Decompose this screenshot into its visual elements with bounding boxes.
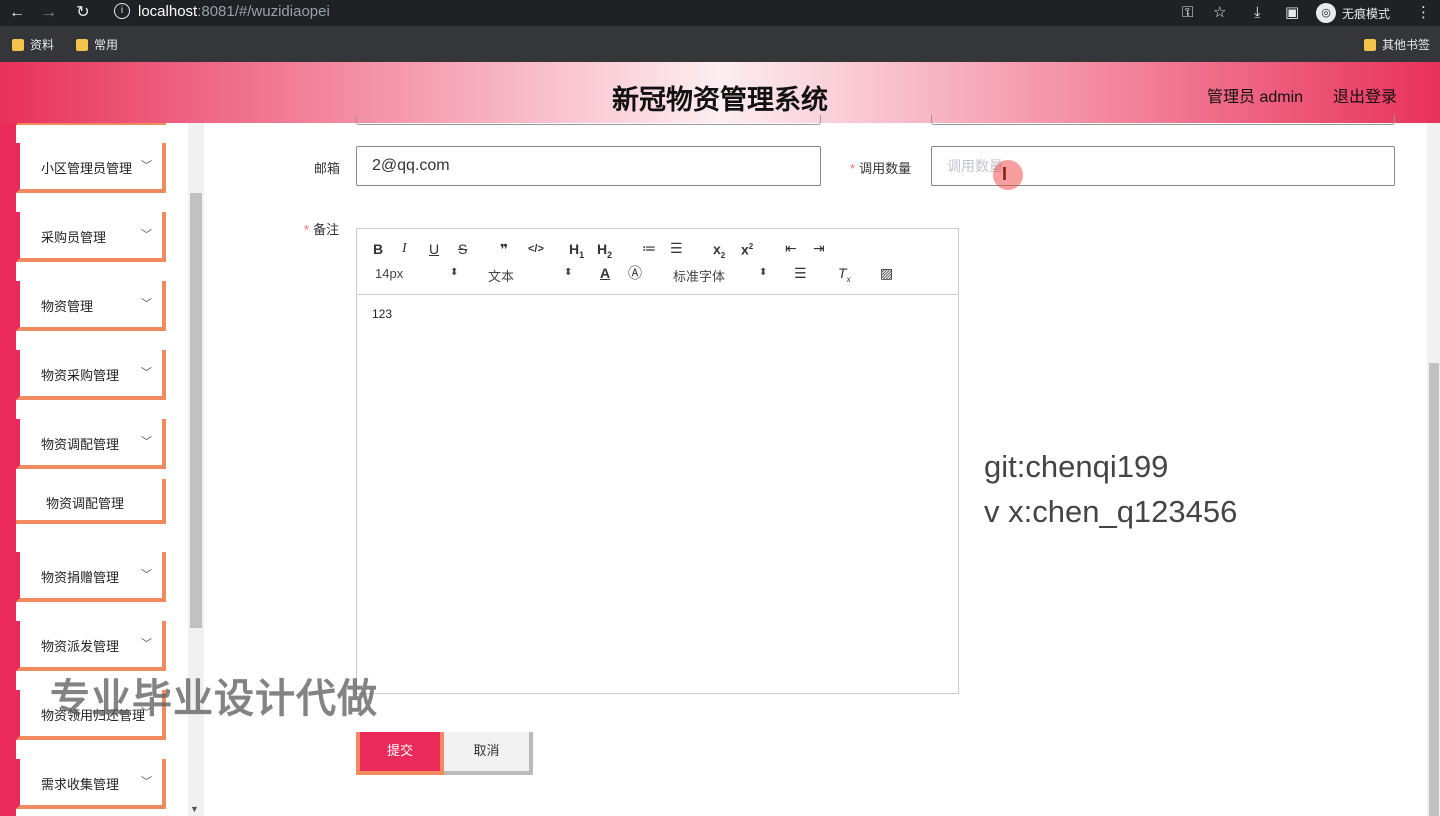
chevron-down-icon: ﹀	[141, 776, 152, 788]
quote-icon[interactable]: ❞	[500, 240, 508, 258]
sidebar-item[interactable]: 小区管理员管理 ﹀	[16, 143, 166, 193]
logout-link[interactable]: 退出登录	[1333, 83, 1397, 107]
sidebar-subitem[interactable]: 物资调配管理	[16, 479, 166, 524]
font-color-icon[interactable]: A	[600, 264, 610, 282]
bold-icon[interactable]: B	[373, 240, 383, 258]
sidebar-item[interactable]: 物资派发管理 ﹀	[16, 621, 166, 671]
sidebar-item[interactable]: 采购员管理 ﹀	[16, 212, 166, 262]
app-header: 新冠物资管理系统 管理员 admin 退出登录	[0, 62, 1440, 123]
contact-wx: v x:chen_q123456	[984, 494, 1238, 529]
folder-icon	[76, 38, 88, 51]
download-icon[interactable]: ⤓	[1254, 3, 1261, 23]
font-size-select[interactable]: 14px	[375, 266, 403, 281]
code-icon[interactable]: </>	[528, 240, 544, 258]
address-bar[interactable]: i localhost:8081/#/wuzidiaopei	[106, 0, 1254, 24]
forward-icon[interactable]: →	[38, 2, 60, 24]
bookmark-folder[interactable]: 常用	[76, 36, 118, 53]
strike-icon[interactable]: S	[458, 240, 467, 258]
other-bookmarks[interactable]: 其他书签	[1364, 36, 1430, 53]
scroll-down-icon[interactable]: ▼	[190, 804, 199, 814]
input-partial[interactable]	[356, 115, 821, 125]
h1-icon[interactable]: H1	[569, 240, 584, 264]
bookmark-label: 其他书签	[1382, 38, 1431, 52]
email-field[interactable]: 2@qq.com	[356, 146, 821, 186]
url-text: localhost:8081/#/wuzidiaopei	[138, 3, 330, 20]
info-icon[interactable]: i	[114, 3, 130, 19]
email-label: 邮箱	[314, 161, 341, 176]
browser-toolbar: ← → ↻ i localhost:8081/#/wuzidiaopei ⚿ ☆…	[0, 0, 1440, 26]
chevron-down-icon: ﹀	[141, 160, 152, 172]
align-icon[interactable]: ☰	[794, 264, 807, 282]
sidebar-item-partial[interactable]	[16, 123, 166, 125]
submit-button[interactable]: 提交	[356, 732, 444, 775]
cancel-button[interactable]: 取消	[444, 732, 533, 775]
admin-label: 管理员 admin	[1207, 89, 1304, 106]
sidebar-item[interactable]: 物资管理 ﹀	[16, 281, 166, 331]
form-area: 邮箱 2@qq.com * 调用数量 调用数量 I * 备注 B I U S ❞ <…	[204, 115, 1440, 816]
incognito-label: 无痕模式	[1342, 6, 1391, 21]
clear-format-icon[interactable]: Tx	[838, 264, 851, 289]
sidebar-item[interactable]: 需求收集管理 ﹀	[16, 759, 166, 809]
background-color-icon[interactable]: Ⓐ	[628, 264, 642, 282]
sidebar-item[interactable]: 物资调配管理 ﹀	[16, 419, 166, 469]
image-icon[interactable]: ▨	[880, 264, 893, 282]
contact-git: git:chenqi199	[984, 449, 1169, 484]
quantity-label: * 调用数量	[850, 161, 912, 176]
cursor-highlight	[993, 160, 1023, 190]
back-icon[interactable]: ←	[6, 2, 28, 24]
select-arrows-icon: ⬍	[759, 267, 768, 278]
italic-icon[interactable]: I	[402, 240, 407, 258]
h2-icon[interactable]: H2	[597, 240, 612, 264]
bookmark-label: 资料	[30, 38, 55, 52]
reload-icon[interactable]: ↻	[72, 2, 94, 24]
sidepanel-icon[interactable]: ▣	[1285, 3, 1299, 23]
chevron-down-icon: ﹀	[141, 298, 152, 310]
bookmark-label: 常用	[94, 38, 119, 52]
main-scroll-thumb[interactable]	[1429, 363, 1439, 816]
chevron-down-icon: ﹀	[141, 436, 152, 448]
editor-content[interactable]: 123	[357, 295, 958, 333]
input-partial[interactable]	[931, 115, 1395, 125]
chevron-down-icon: ﹀	[141, 569, 152, 581]
editor-toolbar: B I U S ❞ </> H1 H2 ≔ ☰ x2 x2 ⇤ ⇥ 14px ⬍…	[357, 229, 958, 295]
bookmark-folder[interactable]: 资料	[12, 36, 54, 53]
subscript-icon[interactable]: x2	[713, 240, 725, 265]
text-cursor-icon: I	[1002, 164, 1008, 184]
watermark: 专业毕业设计代做	[50, 677, 378, 721]
chevron-down-icon: ﹀	[141, 367, 152, 379]
folder-icon	[1364, 38, 1376, 51]
select-arrows-icon: ⬍	[450, 267, 459, 278]
superscript-icon[interactable]: x2	[741, 238, 753, 259]
incognito-indicator[interactable]: ◎ 无痕模式	[1316, 2, 1390, 24]
bullet-list-icon[interactable]: ☰	[670, 239, 683, 257]
chevron-down-icon: ﹀	[141, 229, 152, 241]
block-type-select[interactable]: 文本	[488, 266, 514, 285]
indent-icon[interactable]: ⇥	[813, 239, 825, 257]
bookmarks-bar: 资料 常用 其他书签	[0, 26, 1440, 62]
outdent-icon[interactable]: ⇤	[785, 239, 797, 257]
chevron-down-icon: ﹀	[141, 638, 152, 650]
select-arrows-icon: ⬍	[564, 267, 573, 278]
underline-icon[interactable]: U	[429, 240, 439, 258]
menu-icon[interactable]: ⋮	[1416, 3, 1431, 23]
sidebar-item[interactable]: 物资采购管理 ﹀	[16, 350, 166, 400]
rich-text-editor[interactable]: B I U S ❞ </> H1 H2 ≔ ☰ x2 x2 ⇤ ⇥ 14px ⬍…	[356, 228, 959, 694]
star-icon[interactable]: ☆	[1213, 3, 1226, 23]
remark-label: * 备注	[304, 222, 340, 237]
sidebar-stripe	[0, 123, 16, 816]
incognito-icon: ◎	[1316, 3, 1336, 23]
ordered-list-icon[interactable]: ≔	[642, 239, 656, 257]
sidebar-scroll-thumb[interactable]	[190, 193, 202, 628]
sidebar-item[interactable]: 物资捐赠管理 ﹀	[16, 552, 166, 602]
font-family-select[interactable]: 标准字体	[673, 266, 725, 285]
key-icon[interactable]: ⚿	[1182, 3, 1193, 23]
folder-icon	[12, 38, 24, 51]
